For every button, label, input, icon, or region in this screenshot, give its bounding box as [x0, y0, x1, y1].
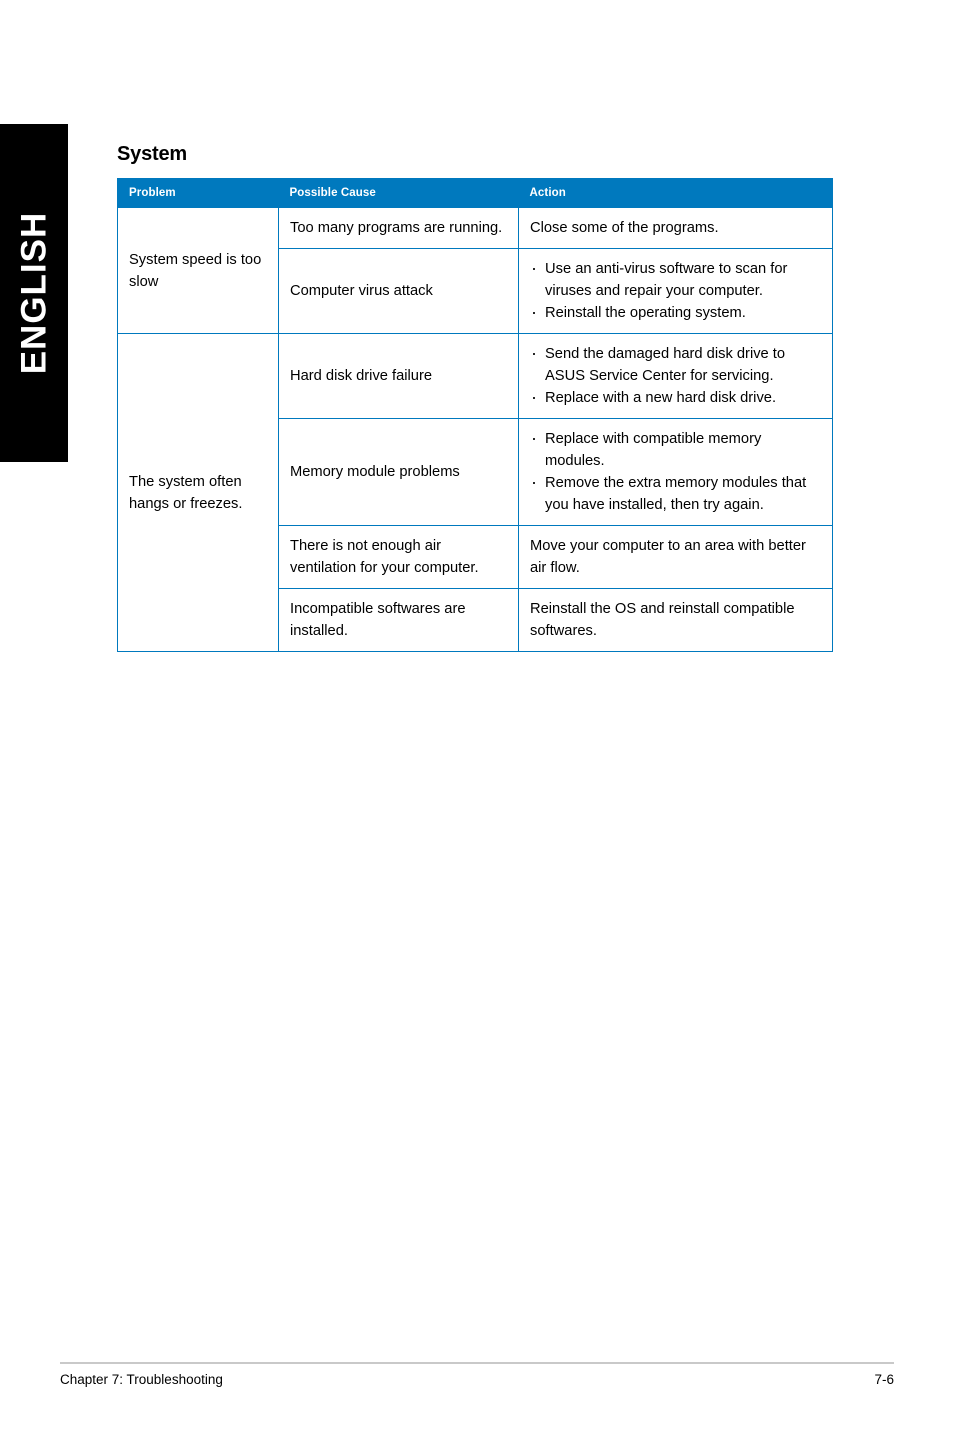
page-footer: Chapter 7: Troubleshooting 7-6 [60, 1362, 894, 1389]
footer-divider [60, 1362, 894, 1364]
cell-action: Replace with compatible memory modules.R… [518, 418, 833, 526]
footer-row: Chapter 7: Troubleshooting 7-6 [60, 1371, 894, 1389]
action-text: Move your computer to an area with bette… [530, 538, 806, 576]
language-tab-label: ENGLISH [14, 211, 54, 375]
cell-action: Send the damaged hard disk drive to ASUS… [518, 333, 833, 419]
action-text: Reinstall the OS and reinstall compatibl… [530, 601, 795, 639]
footer-page-number: 7-6 [874, 1372, 894, 1387]
language-tab: ENGLISH [0, 124, 68, 462]
action-bullet-item: Reinstall the operating system. [530, 301, 821, 324]
cell-possible-cause: Hard disk drive failure [278, 333, 519, 419]
action-bullet-list: Use an anti-virus software to scan for v… [530, 257, 821, 324]
page-title: System [117, 143, 187, 165]
action-bullet-item: Replace with a new hard disk drive. [530, 386, 821, 409]
cell-possible-cause: Incompatible softwares are installed. [278, 588, 519, 652]
cell-action: Reinstall the OS and reinstall compatibl… [518, 588, 833, 652]
cell-possible-cause: Memory module problems [278, 418, 519, 526]
action-bullet-item: Send the damaged hard disk drive to ASUS… [530, 342, 821, 387]
action-bullet-item: Use an anti-virus software to scan for v… [530, 257, 821, 302]
table-row: The system often hangs or freezes. Hard d… [117, 333, 833, 652]
column-header-problem: Problem [117, 178, 279, 208]
action-bullet-list: Replace with compatible memory modules.R… [530, 427, 821, 516]
cell-possible-cause: Computer virus attack [278, 248, 519, 334]
action-bullet-list: Send the damaged hard disk drive to ASUS… [530, 342, 821, 409]
troubleshooting-table: Problem Possible Cause Action System spe… [117, 178, 833, 652]
cell-problem: System speed is too slow [117, 207, 279, 334]
cell-possible-cause: Too many programs are running. [278, 207, 519, 249]
column-header-action: Action [518, 178, 833, 208]
cell-action: Close some of the programs. [518, 207, 833, 249]
page-content: System Problem Possible Cause Action Sys… [117, 142, 833, 652]
action-bullet-item: Remove the extra memory modules that you… [530, 471, 821, 516]
action-bullet-item: Replace with compatible memory modules. [530, 427, 821, 472]
cell-possible-cause: There is not enough air ventilation for … [278, 525, 519, 589]
column-header-possible-cause: Possible Cause [278, 178, 519, 208]
cell-action: Move your computer to an area with bette… [518, 525, 833, 589]
action-text: Close some of the programs. [530, 220, 719, 236]
table-row: System speed is too slow Too many program… [117, 207, 833, 334]
cell-action: Use an anti-virus software to scan for v… [518, 248, 833, 334]
table-header: Problem Possible Cause Action [117, 178, 833, 208]
table-body: System speed is too slow Too many program… [117, 207, 833, 652]
footer-chapter-label: Chapter 7: Troubleshooting [60, 1372, 223, 1387]
cell-problem: The system often hangs or freezes. [117, 333, 279, 652]
table-header-row: Problem Possible Cause Action [117, 178, 833, 208]
